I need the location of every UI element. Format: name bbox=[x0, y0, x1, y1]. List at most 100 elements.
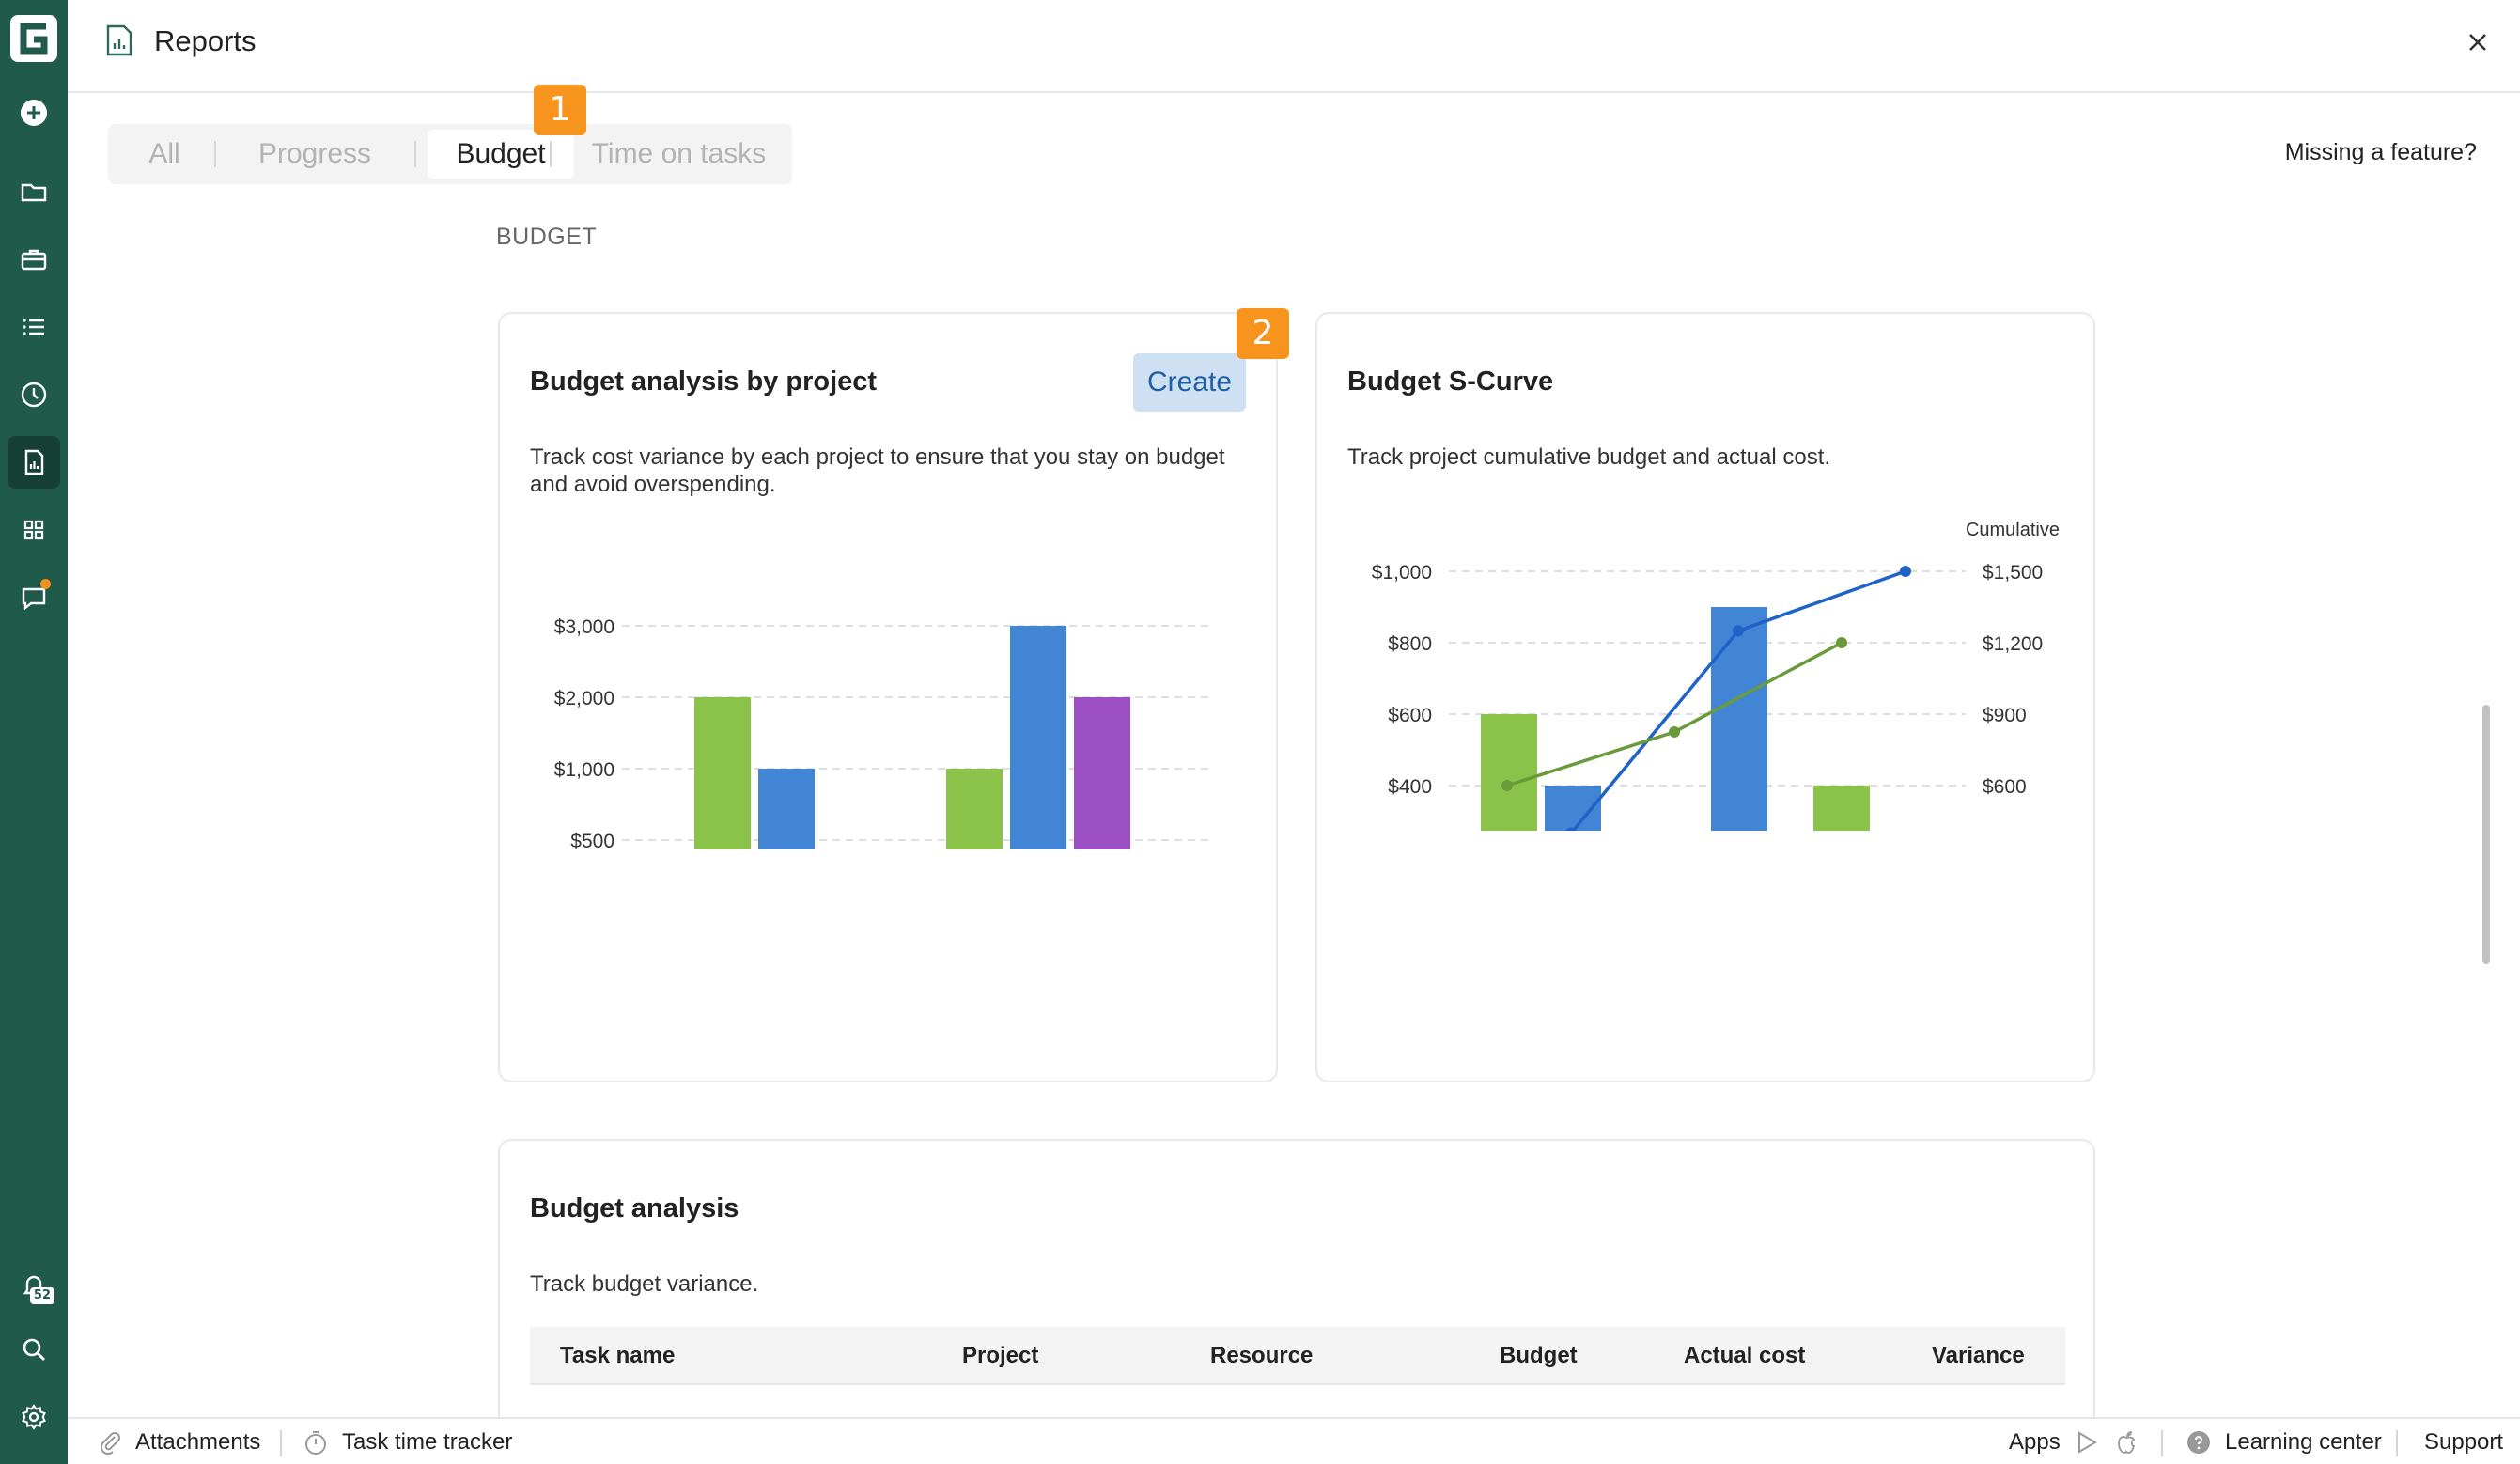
y2-tick-label: $1,500 bbox=[1983, 562, 2043, 584]
y2-tick-label: $600 bbox=[1983, 776, 2027, 798]
paperclip-icon bbox=[100, 1432, 120, 1456]
folder-icon bbox=[21, 183, 47, 202]
y2-tick-label: $900 bbox=[1983, 705, 2027, 726]
add-new-button[interactable] bbox=[8, 86, 60, 139]
bar bbox=[1010, 626, 1066, 849]
card-description: Track project cumulative budget and actu… bbox=[1347, 444, 1831, 470]
column-project[interactable]: Project bbox=[962, 1327, 1038, 1385]
report-icon bbox=[24, 449, 44, 475]
footer-divider bbox=[280, 1430, 282, 1456]
briefcase-icon bbox=[21, 249, 47, 271]
y-tick-label: $800 bbox=[1388, 633, 1432, 655]
bar bbox=[694, 697, 751, 849]
tab-time-on-tasks[interactable]: Time on tasks bbox=[573, 124, 785, 184]
page-header: Reports bbox=[68, 0, 2520, 93]
card-budget-analysis: Budget analysis Track budget variance. T… bbox=[498, 1139, 2095, 1458]
sidebar-item-timesheets[interactable] bbox=[8, 368, 60, 421]
search-button[interactable] bbox=[8, 1323, 60, 1376]
sidebar-item-reports[interactable] bbox=[8, 436, 60, 489]
vertical-scrollbar[interactable] bbox=[2482, 705, 2490, 964]
step-badge-2: 2 bbox=[1237, 308, 1289, 359]
left-sidebar: 52 bbox=[0, 0, 68, 1464]
card-description: Track budget variance. bbox=[530, 1271, 759, 1297]
column-task-name[interactable]: Task name bbox=[560, 1327, 675, 1385]
y2-axis-title: Cumulative bbox=[1966, 520, 2060, 540]
page-title: Reports bbox=[154, 24, 257, 57]
gear-icon bbox=[22, 1404, 46, 1430]
close-icon[interactable] bbox=[2464, 28, 2492, 56]
bar bbox=[1711, 607, 1767, 831]
y-tick-label: $1,000 bbox=[1372, 562, 1432, 584]
clock-icon bbox=[21, 382, 47, 408]
card-title: Budget analysis bbox=[530, 1193, 739, 1223]
apple-icon[interactable] bbox=[2113, 1429, 2139, 1456]
column-resource[interactable]: Resource bbox=[1210, 1327, 1313, 1385]
sidebar-item-tasks[interactable] bbox=[8, 301, 60, 353]
table-header: Task name Project Resource Budget Actual… bbox=[530, 1327, 2065, 1385]
tab-divider bbox=[550, 141, 552, 167]
bar bbox=[758, 769, 815, 849]
line-point bbox=[1900, 566, 1911, 577]
y2-tick-label: $1,200 bbox=[1983, 633, 2043, 655]
report-icon bbox=[106, 24, 132, 56]
card-title: Budget S-Curve bbox=[1347, 366, 1554, 397]
line-point bbox=[1669, 726, 1680, 738]
column-actual-cost[interactable]: Actual cost bbox=[1684, 1327, 1805, 1385]
attachments-button[interactable]: Attachments bbox=[96, 1419, 260, 1464]
sidebar-item-chat[interactable] bbox=[8, 571, 60, 624]
bar bbox=[946, 769, 1003, 849]
card-budget-s-curve: Budget S-Curve Track project cumulative … bbox=[1315, 312, 2095, 1082]
notifications-button[interactable]: 52 bbox=[8, 1259, 60, 1312]
card-description: Track cost variance by each project to e… bbox=[530, 444, 1225, 497]
tab-budget[interactable]: Budget bbox=[428, 130, 574, 179]
plus-circle-icon bbox=[21, 100, 47, 126]
footer-divider bbox=[2396, 1430, 2398, 1456]
sidebar-item-portfolio[interactable] bbox=[8, 233, 60, 286]
missing-feature-link[interactable]: Missing a feature? bbox=[2285, 139, 2477, 166]
create-button[interactable]: Create bbox=[1133, 353, 1246, 412]
y-tick-label: $500 bbox=[570, 831, 614, 849]
support-link[interactable]: Support bbox=[2424, 1419, 2503, 1464]
apps-label: Apps bbox=[2009, 1429, 2061, 1455]
sidebar-item-projects[interactable] bbox=[8, 165, 60, 218]
report-category-tabs: All Progress Budget Time on tasks bbox=[108, 124, 792, 184]
column-variance[interactable]: Variance bbox=[1932, 1327, 2025, 1385]
footer-bar: Attachments Task time tracker Apps Learn… bbox=[68, 1417, 2520, 1464]
y-tick-label: $1,000 bbox=[554, 759, 614, 781]
y-tick-label: $3,000 bbox=[554, 616, 614, 638]
help-icon bbox=[2187, 1431, 2210, 1454]
budget-by-project-chart: $3,000$2,000$1,000$500$0$-1,000Project 1… bbox=[554, 616, 1214, 849]
line-point bbox=[1501, 780, 1513, 791]
y-tick-label: $2,000 bbox=[554, 688, 614, 709]
footer-divider bbox=[2161, 1430, 2163, 1456]
card-title: Budget analysis by project bbox=[530, 366, 878, 397]
bar bbox=[1481, 714, 1537, 831]
card-budget-analysis-by-project: Budget analysis by project Create Track … bbox=[498, 312, 1278, 1082]
step-badge-1: 1 bbox=[534, 85, 586, 135]
budget-s-curve-chart: Cumulative $1,000 $1,500 $800 $1,200 $600 $900… bbox=[1372, 520, 2060, 831]
tab-all[interactable]: All bbox=[127, 124, 202, 184]
learning-center-link[interactable]: Learning center bbox=[2186, 1419, 2382, 1464]
bar bbox=[1074, 697, 1130, 849]
grid-icon bbox=[23, 520, 44, 540]
apps-link[interactable]: Apps bbox=[2009, 1419, 2139, 1464]
unread-dot bbox=[40, 579, 51, 589]
line-point bbox=[1733, 625, 1744, 637]
sidebar-item-apps[interactable] bbox=[8, 504, 60, 556]
tab-divider bbox=[414, 141, 416, 167]
column-budget[interactable]: Budget bbox=[1500, 1327, 1578, 1385]
y-tick-label: $600 bbox=[1388, 705, 1432, 726]
notification-count: 52 bbox=[29, 1287, 54, 1304]
line-point bbox=[1836, 637, 1847, 648]
attachments-label: Attachments bbox=[135, 1429, 261, 1455]
y-tick-label: $400 bbox=[1388, 776, 1432, 798]
task-time-tracker-button[interactable]: Task time tracker bbox=[303, 1419, 512, 1464]
support-label: Support bbox=[2424, 1429, 2504, 1455]
tab-progress[interactable]: Progress bbox=[230, 124, 399, 184]
list-icon bbox=[23, 319, 44, 335]
settings-button[interactable] bbox=[8, 1391, 60, 1443]
app-logo[interactable] bbox=[8, 13, 59, 64]
tab-divider bbox=[214, 141, 216, 167]
section-label: BUDGET bbox=[496, 224, 598, 250]
play-store-icon[interactable] bbox=[2074, 1429, 2100, 1456]
